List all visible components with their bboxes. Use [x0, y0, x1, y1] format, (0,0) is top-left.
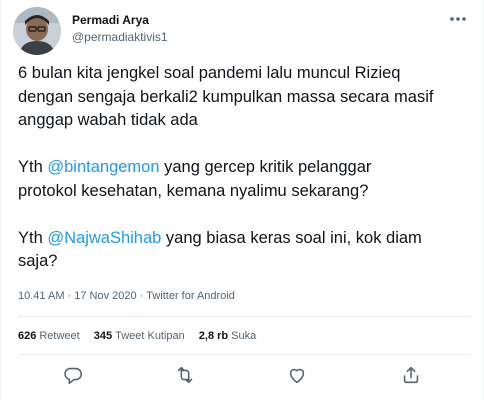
meta-separator: ·: [136, 290, 147, 302]
divider: [18, 316, 471, 317]
more-icon[interactable]: [447, 11, 469, 27]
tweet-line: anggap wabah tidak ada: [18, 111, 198, 129]
mention-link-bintangemon[interactable]: @bintangemon: [47, 158, 159, 176]
tweet-text: 6 bulan kita jengkel soal pandemi lalu m…: [18, 62, 478, 274]
tweet-line: dengan sengaja berkali2 kumpulkan massa …: [18, 87, 434, 106]
avatar[interactable]: [13, 7, 61, 55]
tweet-actions: [18, 362, 471, 388]
tweet-card: Permadi Arya @permadiaktivis1 6 bulan ki…: [0, 0, 484, 400]
tweet-time[interactable]: 10.41 AM: [18, 290, 64, 302]
tweet-meta: 10.41 AM · 17 Nov 2020 · Twitter for And…: [18, 289, 235, 303]
retweet-icon[interactable]: [174, 364, 196, 386]
tweet-header: Permadi Arya @permadiaktivis1: [13, 7, 471, 55]
tweet-text-segment: Yth: [18, 158, 48, 176]
likes-stat[interactable]: 2,8 rb Suka: [199, 329, 256, 343]
share-icon[interactable]: [400, 364, 422, 386]
tweet-text-segment: yang gercep kritik pelanggar: [159, 158, 372, 176]
divider: [18, 354, 471, 355]
likes-label: Suka: [231, 330, 257, 342]
heart-icon[interactable]: [286, 364, 308, 386]
tweet-line: saja?: [18, 252, 58, 270]
mention-link-najwashihab[interactable]: @NajwaShihab: [47, 229, 161, 247]
tweet-text-segment: yang biasa keras soal ini, kok diam: [161, 228, 422, 247]
quotes-label: Tweet Kutipan: [115, 330, 185, 342]
likes-count: 2,8 rb: [198, 330, 229, 342]
quotes-count: 345: [93, 330, 113, 342]
reply-icon[interactable]: [62, 364, 84, 386]
quotes-stat[interactable]: 345 Tweet Kutipan: [94, 329, 185, 343]
tweet-text-segment: Yth: [18, 228, 48, 247]
meta-separator: ·: [64, 290, 75, 302]
retweets-stat[interactable]: 626 Retweet: [18, 329, 80, 343]
tweet-date[interactable]: 17 Nov 2020: [74, 290, 136, 302]
retweets-label: Retweet: [39, 330, 80, 342]
user-names: Permadi Arya @permadiaktivis1: [72, 13, 168, 45]
tweet-paragraph-1: 6 bulan kita jengkel soal pandemi lalu m…: [18, 62, 478, 133]
tweet-source[interactable]: Twitter for Android: [146, 290, 235, 302]
retweets-count: 626: [18, 330, 37, 342]
tweet-stats: 626 Retweet 345 Tweet Kutipan 2,8 rb Suka: [18, 329, 270, 343]
avatar-image: [13, 7, 61, 55]
tweet-line: 6 bulan kita jengkel soal pandemi lalu m…: [18, 64, 401, 82]
tweet-line: protokol kesehatan, kemana nyalimu sekar…: [18, 181, 369, 200]
user-handle[interactable]: @permadiaktivis1: [72, 30, 168, 45]
display-name[interactable]: Permadi Arya: [72, 13, 168, 28]
tweet-paragraph-2: Yth @bintangemon yang gercep kritik pela…: [18, 156, 478, 203]
tweet-paragraph-3: Yth @NajwaShihab yang biasa keras soal i…: [18, 227, 478, 274]
